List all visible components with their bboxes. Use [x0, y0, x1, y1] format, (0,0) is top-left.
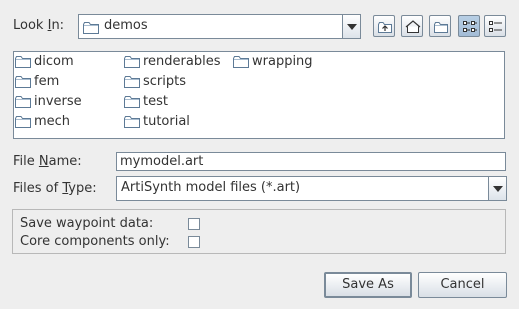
cancel-button[interactable]: Cancel: [418, 272, 507, 298]
list-item-label: test: [143, 94, 168, 109]
folder-icon: [83, 20, 99, 35]
file-name-label: File Name:: [13, 154, 82, 169]
list-item-label: tutorial: [143, 114, 190, 129]
core-only-checkbox[interactable]: [188, 236, 200, 248]
details-view-icon: [489, 21, 502, 32]
details-view-button[interactable]: [484, 15, 506, 37]
look-in-combo[interactable]: demos: [78, 14, 361, 39]
list-item-label: renderables: [143, 54, 221, 69]
home-folder-button[interactable]: [401, 15, 423, 37]
folder-icon: [15, 75, 31, 88]
list-item-label: inverse: [34, 94, 82, 109]
new-folder-icon: [434, 22, 448, 33]
save-waypoints-checkbox[interactable]: [188, 218, 200, 230]
list-item-label: fem: [34, 74, 60, 89]
list-item[interactable]: mech: [15, 114, 70, 132]
list-item[interactable]: test: [124, 94, 168, 112]
list-view-icon: [463, 21, 477, 32]
chevron-down-icon[interactable]: [488, 177, 506, 200]
chevron-down-icon[interactable]: [342, 15, 360, 38]
folder-icon: [233, 55, 249, 68]
list-item[interactable]: tutorial: [124, 114, 190, 132]
file-list[interactable]: dicom fem inverse mech renderables scrip…: [13, 51, 505, 139]
file-type-label-suffix: ype:: [68, 181, 97, 196]
list-item[interactable]: inverse: [15, 94, 82, 112]
file-type-label: Files of Type:: [13, 181, 97, 196]
file-type-combo[interactable]: ArtiSynth model files (*.art): [116, 176, 507, 201]
home-folder-icon: [405, 20, 421, 33]
list-item[interactable]: wrapping: [233, 54, 313, 72]
up-folder-icon: [378, 22, 392, 33]
list-item-label: mech: [34, 114, 71, 129]
list-item[interactable]: fem: [15, 74, 59, 92]
list-item[interactable]: scripts: [124, 74, 186, 92]
save-waypoints-label: Save waypoint data:: [20, 216, 154, 231]
file-name-input[interactable]: mymodel.art: [116, 152, 506, 171]
list-item-label: wrapping: [252, 54, 313, 69]
folder-icon: [15, 95, 31, 108]
core-only-label: Core components only:: [20, 234, 170, 249]
look-in-label-suffix: n:: [51, 18, 65, 33]
save-as-button[interactable]: Save As: [324, 272, 412, 298]
folder-icon: [15, 115, 31, 128]
list-view-button[interactable]: [458, 15, 480, 37]
folder-icon: [124, 55, 140, 68]
file-name-label-prefix: File: [13, 154, 39, 169]
file-type-label-prefix: Files of: [13, 181, 63, 196]
list-item-label: dicom: [34, 54, 74, 69]
list-item[interactable]: renderables: [124, 54, 221, 72]
look-in-label: Look In:: [13, 18, 64, 33]
options-panel: Save waypoint data: Core components only…: [12, 209, 506, 254]
file-name-label-suffix: ame:: [48, 154, 82, 169]
look-in-label-prefix: Look: [13, 18, 48, 33]
file-name-label-mnemonic: N: [38, 154, 49, 169]
list-item-label: scripts: [143, 74, 186, 89]
folder-icon: [124, 95, 140, 108]
folder-icon: [124, 75, 140, 88]
file-type-selected: ArtiSynth model files (*.art): [121, 180, 301, 195]
folder-icon: [124, 115, 140, 128]
new-folder-button[interactable]: [429, 15, 451, 37]
up-folder-button[interactable]: [373, 15, 395, 37]
look-in-selected: demos: [104, 18, 148, 33]
folder-icon: [15, 55, 31, 68]
list-item[interactable]: dicom: [15, 54, 74, 72]
